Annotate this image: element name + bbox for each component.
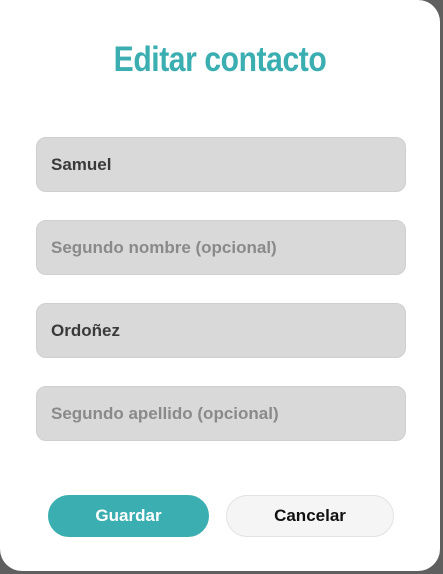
- dialog-title: Editar contacto: [113, 40, 327, 79]
- edit-contact-dialog: Editar contacto Guardar Cancelar: [0, 0, 440, 571]
- middle-name-input[interactable]: [36, 220, 406, 275]
- last-name-input[interactable]: [36, 303, 406, 358]
- first-name-input[interactable]: [36, 137, 406, 192]
- save-button[interactable]: Guardar: [48, 495, 209, 537]
- cancel-button[interactable]: Cancelar: [226, 495, 394, 537]
- second-last-name-input[interactable]: [36, 386, 406, 441]
